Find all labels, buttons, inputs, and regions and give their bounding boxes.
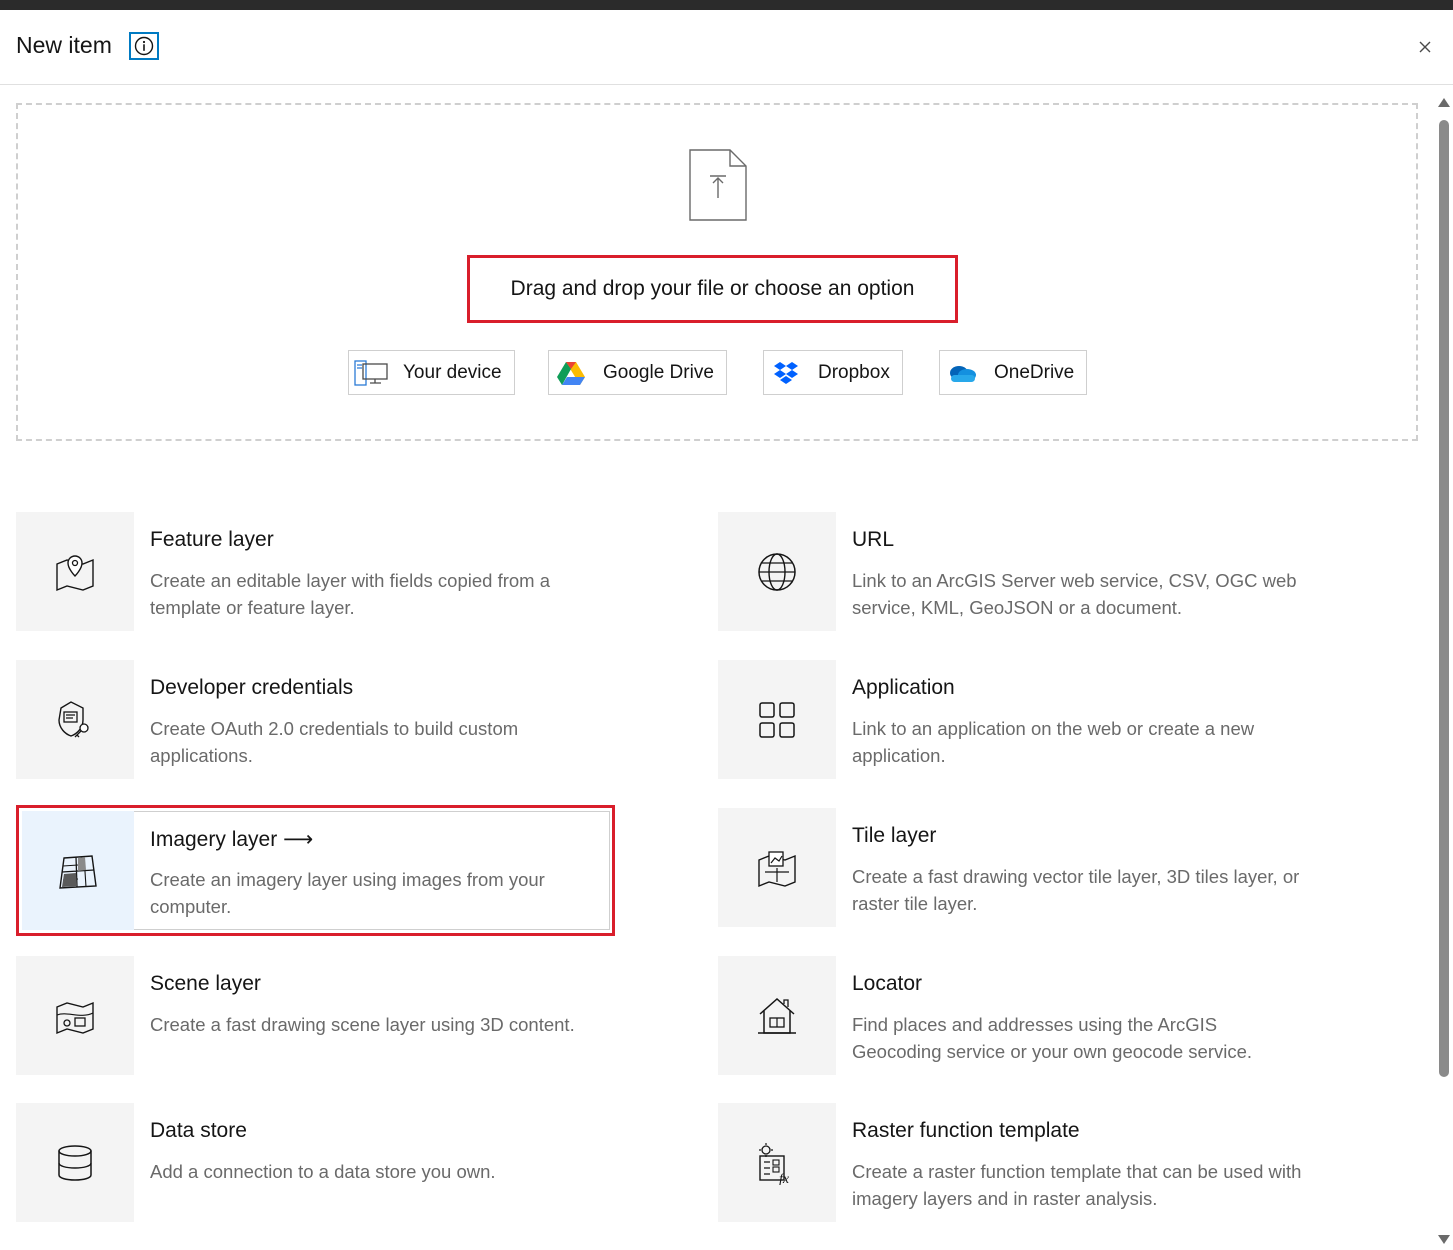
imagery-layer-card[interactable]: Imagery layer ⟶ Create an imagery layer … (22, 811, 610, 930)
locator-card[interactable]: Locator Find places and addresses using … (718, 956, 1313, 1075)
raster-function-icon: fx (718, 1103, 836, 1222)
card-description: Create an editable layer with fields cop… (150, 570, 551, 618)
scroll-thumb[interactable] (1439, 120, 1449, 1077)
url-card[interactable]: URL Link to an ArcGIS Server web service… (718, 512, 1313, 631)
arrow-right-icon: ⟶ (283, 828, 314, 851)
locator-house-icon (718, 956, 836, 1075)
file-dropzone[interactable]: Drag and drop your file or choose an opt… (16, 103, 1418, 441)
card-description: Create a raster function template that c… (852, 1161, 1302, 1209)
application-card[interactable]: Application Link to an application on th… (718, 660, 1313, 779)
dropbox-icon (764, 351, 808, 394)
card-description: Create OAuth 2.0 credentials to build cu… (150, 718, 519, 766)
feature-layer-card[interactable]: Feature layer Create an editable layer w… (16, 512, 611, 631)
card-title: Feature layer (150, 528, 274, 551)
imagery-layer-icon (22, 811, 134, 930)
google-drive-icon (549, 351, 593, 394)
tile-layer-icon (718, 808, 836, 927)
card-title: Data store (150, 1119, 247, 1142)
data-store-icon (16, 1103, 134, 1222)
dialog-header: New item (0, 10, 1453, 85)
onedrive-button[interactable]: OneDrive (939, 350, 1088, 395)
info-icon (134, 36, 154, 56)
new-item-dialog: New item Drag and drop your file or choo… (0, 10, 1453, 1250)
tile-layer-card[interactable]: Tile layer Create a fast drawing vector … (718, 808, 1313, 927)
close-icon (1418, 40, 1432, 54)
card-description: Create an imagery layer using images fro… (150, 869, 545, 917)
device-icon (349, 351, 393, 394)
card-description: Link to an application on the web or cre… (852, 718, 1255, 766)
vertical-scrollbar[interactable] (1435, 95, 1453, 1250)
card-title: Scene layer (150, 972, 261, 995)
browser-top-strip (0, 0, 1453, 10)
card-title: URL (852, 528, 895, 551)
card-title: Application (852, 676, 955, 699)
dropbox-button[interactable]: Dropbox (763, 350, 903, 395)
apps-grid-icon (718, 660, 836, 779)
scene-layer-icon (16, 956, 134, 1075)
scene-layer-card[interactable]: Scene layer Create a fast drawing scene … (16, 956, 611, 1075)
onedrive-icon (940, 351, 984, 394)
info-button[interactable] (129, 32, 159, 60)
scroll-up-arrow-icon[interactable] (1438, 98, 1450, 107)
developer-credentials-card[interactable]: Developer credentials Create OAuth 2.0 c… (16, 660, 611, 779)
raster-function-template-card[interactable]: fx Raster function template Create a ras… (718, 1103, 1313, 1222)
card-title: Imagery layer ⟶ (150, 828, 314, 851)
card-description: Create a fast drawing scene layer using … (150, 1014, 575, 1035)
card-title: Developer credentials (150, 676, 354, 699)
your-device-button[interactable]: Your device (348, 350, 515, 395)
card-title: Tile layer (852, 824, 937, 847)
card-description: Find places and addresses using the ArcG… (852, 1014, 1253, 1062)
dropzone-prompt: Drag and drop your file or choose an opt… (467, 255, 958, 323)
card-description: Link to an ArcGIS Server web service, CS… (852, 570, 1297, 618)
card-title: Raster function template (852, 1119, 1080, 1142)
dialog-title: New item (16, 32, 112, 58)
credentials-icon (16, 660, 134, 779)
file-upload-icon (688, 148, 748, 222)
card-description: Create a fast drawing vector tile layer,… (852, 866, 1300, 914)
card-description: Add a connection to a data store you own… (150, 1161, 496, 1182)
svg-text:fx: fx (779, 1172, 790, 1185)
globe-icon (718, 512, 836, 631)
card-title: Locator (852, 972, 923, 995)
scroll-down-arrow-icon[interactable] (1438, 1235, 1450, 1244)
data-store-card[interactable]: Data store Add a connection to a data st… (16, 1103, 611, 1222)
google-drive-button[interactable]: Google Drive (548, 350, 727, 395)
close-button[interactable] (1412, 34, 1438, 60)
feature-layer-icon (16, 512, 134, 631)
